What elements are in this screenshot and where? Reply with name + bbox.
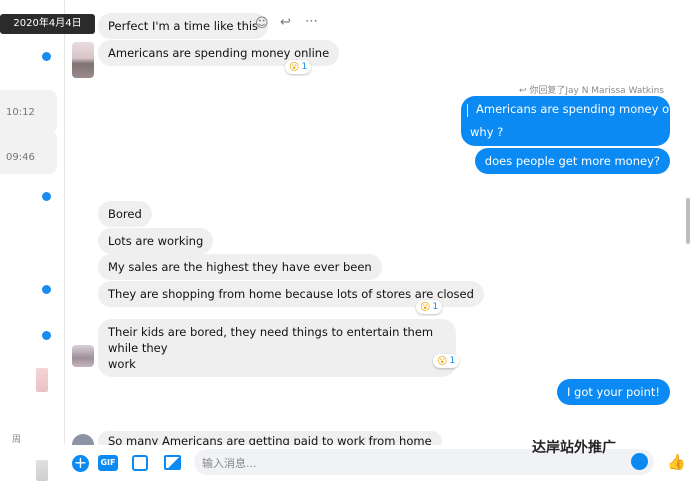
message-bubble[interactable]: Bored: [98, 201, 152, 227]
reaction-count: 1: [449, 356, 456, 366]
sidebar-conversation-row[interactable]: 09:46: [0, 130, 57, 174]
unread-dot: [42, 192, 51, 201]
message-line: work: [108, 357, 136, 371]
quote-bar: [467, 104, 468, 117]
sender-avatar[interactable]: [72, 42, 94, 78]
quoted-reply-bubble[interactable]: Americans are spending money online why …: [461, 96, 692, 146]
reaction-badge[interactable]: 😮 1: [433, 354, 460, 368]
reaction-count: 1: [432, 302, 439, 312]
sidebar-time: 10:12: [6, 107, 35, 118]
more-options-icon[interactable]: ⋯: [305, 14, 318, 29]
message-bubble[interactable]: Lots are working: [98, 228, 214, 254]
scrollbar-thumb[interactable]: [686, 198, 690, 244]
reply-text: why ?: [470, 125, 504, 139]
image-icon[interactable]: [164, 455, 181, 470]
quoted-text: Americans are spending money online: [476, 102, 692, 116]
gif-icon[interactable]: GIF: [98, 455, 118, 471]
message-line: Their kids are bored, they need things t…: [108, 325, 434, 355]
unread-dot: [42, 285, 51, 294]
surprised-emoji-icon: 😮: [289, 61, 300, 73]
message-input-placeholder: 输入消息...: [202, 457, 257, 470]
message-bubble[interactable]: Perfect I'm a time like this: [98, 13, 269, 39]
reaction-count: 1: [301, 62, 308, 72]
emoji-icon[interactable]: [631, 453, 648, 470]
message-bubble[interactable]: Their kids are bored, they need things t…: [98, 319, 456, 377]
message-bubble-out[interactable]: does people get more money?: [474, 148, 670, 174]
unread-dot: [42, 331, 51, 340]
reaction-badge[interactable]: 😮 1: [285, 60, 312, 74]
reaction-badge[interactable]: 😮 1: [416, 300, 443, 314]
blurred-avatar: [36, 460, 48, 481]
blurred-avatar: [36, 368, 48, 392]
sidebar-conversation-row[interactable]: 10:12: [0, 90, 57, 134]
sender-avatar[interactable]: [72, 345, 94, 367]
sidebar-time: 09:46: [6, 152, 35, 163]
sidebar-partial-label: 周: [12, 435, 22, 445]
reply-header: ↩ 你回复了Jay N Marissa Watkins: [518, 86, 664, 96]
message-bubble[interactable]: My sales are the highest they have ever …: [98, 254, 382, 280]
emoji-react-icon[interactable]: ☺: [255, 16, 269, 31]
like-icon[interactable]: 👍: [667, 453, 686, 471]
reply-icon[interactable]: ↩: [280, 15, 291, 30]
surprised-emoji-icon: 😮: [420, 301, 431, 313]
watermark: 达岸站外推广: [532, 440, 616, 456]
conversation-sidebar: 10:12 09:46 周: [0, 0, 65, 481]
sticker-icon[interactable]: [132, 455, 148, 471]
add-icon[interactable]: +: [72, 455, 89, 472]
timestamp-tooltip: 2020年4月4日 21:34: [0, 14, 95, 49]
surprised-emoji-icon: 😮: [437, 355, 448, 367]
message-bubble-out[interactable]: I got your point!: [557, 379, 670, 405]
